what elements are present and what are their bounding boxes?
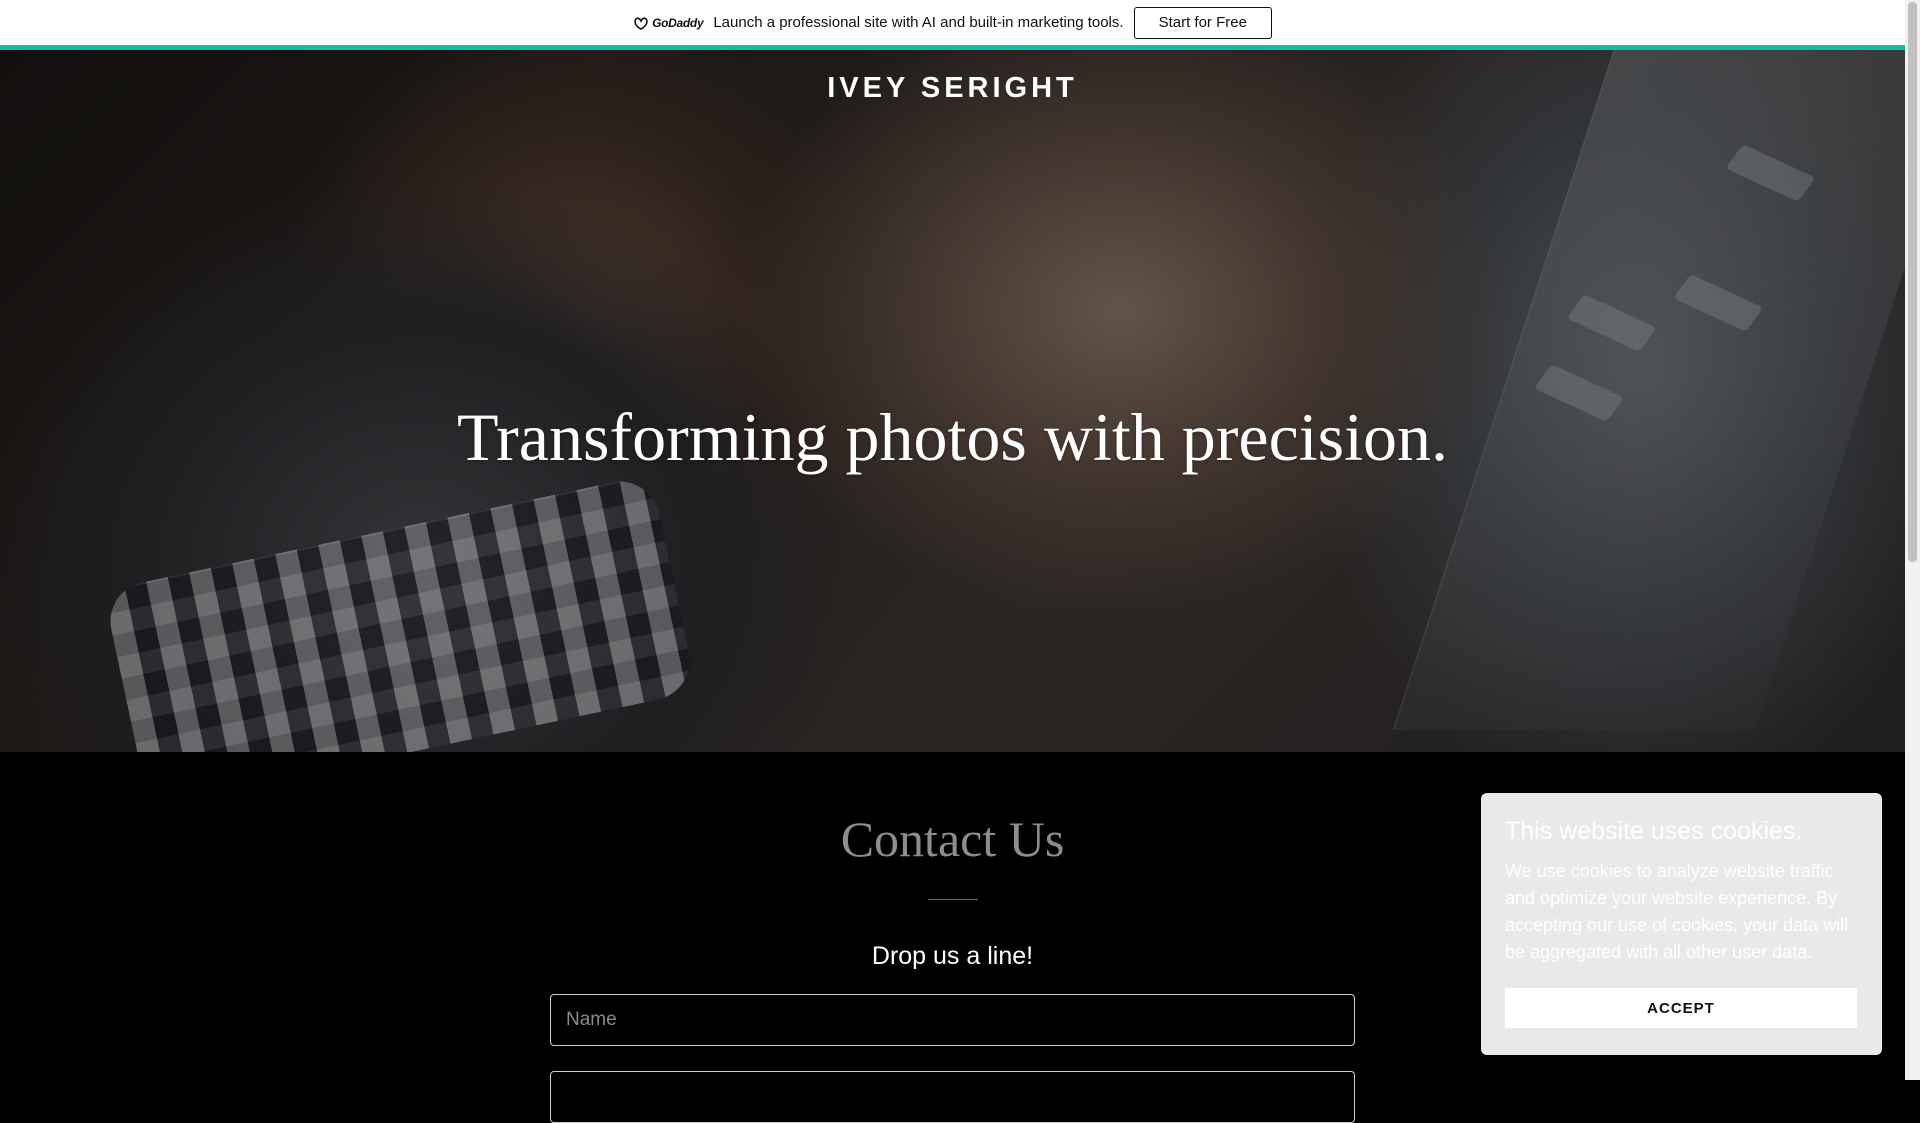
site-title[interactable]: IVEY SERIGHT <box>0 72 1905 105</box>
godaddy-logo-text: GoDaddy <box>652 15 704 30</box>
scrollbar-thumb[interactable] <box>1908 2 1917 562</box>
page-scrollbar[interactable] <box>1905 0 1920 1080</box>
start-for-free-button[interactable]: Start for Free <box>1133 6 1272 39</box>
cookie-body: We use cookies to analyze website traffi… <box>1505 861 1849 962</box>
hero-section: IVEY SERIGHT Transforming photos with pr… <box>0 50 1905 752</box>
godaddy-icon <box>634 16 648 30</box>
hero-heading: Transforming photos with precision. <box>456 399 1448 475</box>
contact-divider <box>928 899 978 900</box>
promo-text: Launch a professional site with AI and b… <box>713 14 1124 31</box>
email-field[interactable] <box>550 1071 1355 1123</box>
cookie-title: This website uses cookies. <box>1505 817 1803 845</box>
promo-bar: GoDaddy Launch a professional site with … <box>0 0 1905 50</box>
godaddy-logo[interactable]: GoDaddy <box>633 15 704 30</box>
name-field[interactable] <box>550 994 1355 1046</box>
cookie-banner: This website uses cookies. We use cookie… <box>1481 793 1882 1055</box>
accept-cookies-button[interactable]: ACCEPT <box>1505 988 1857 1028</box>
